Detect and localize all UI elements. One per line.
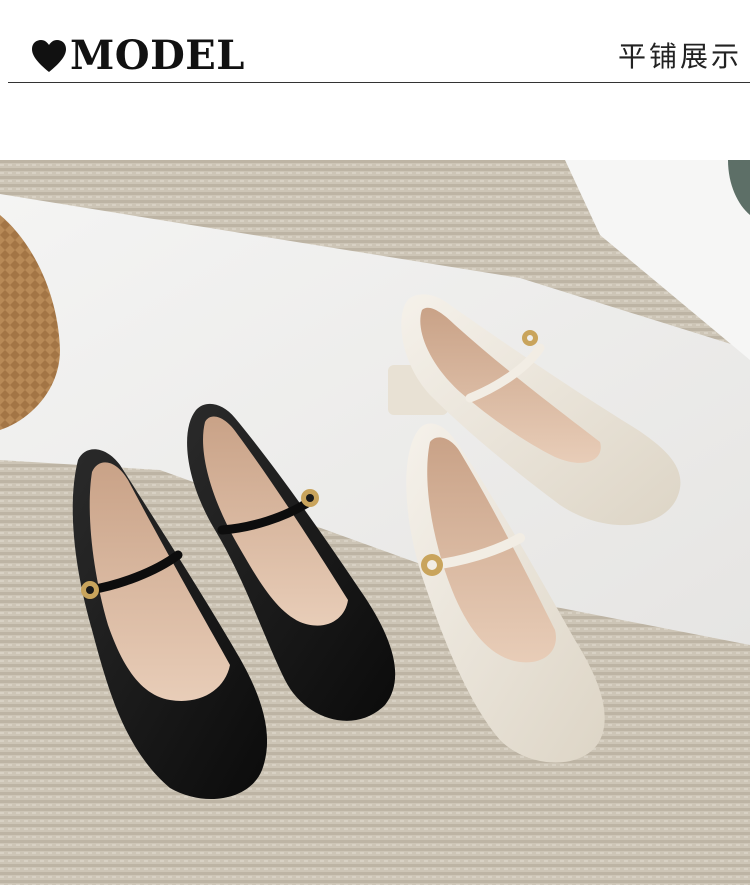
heart-icon [32,40,66,72]
header: MODEL 平铺展示 [0,0,750,160]
page-title: MODEL [70,32,245,79]
shoes-photo-svg [0,160,750,885]
header-title-group: MODEL [30,34,245,78]
page-subtitle: 平铺展示 [617,40,742,73]
shoes-photo [0,160,750,885]
header-divider [8,82,750,83]
